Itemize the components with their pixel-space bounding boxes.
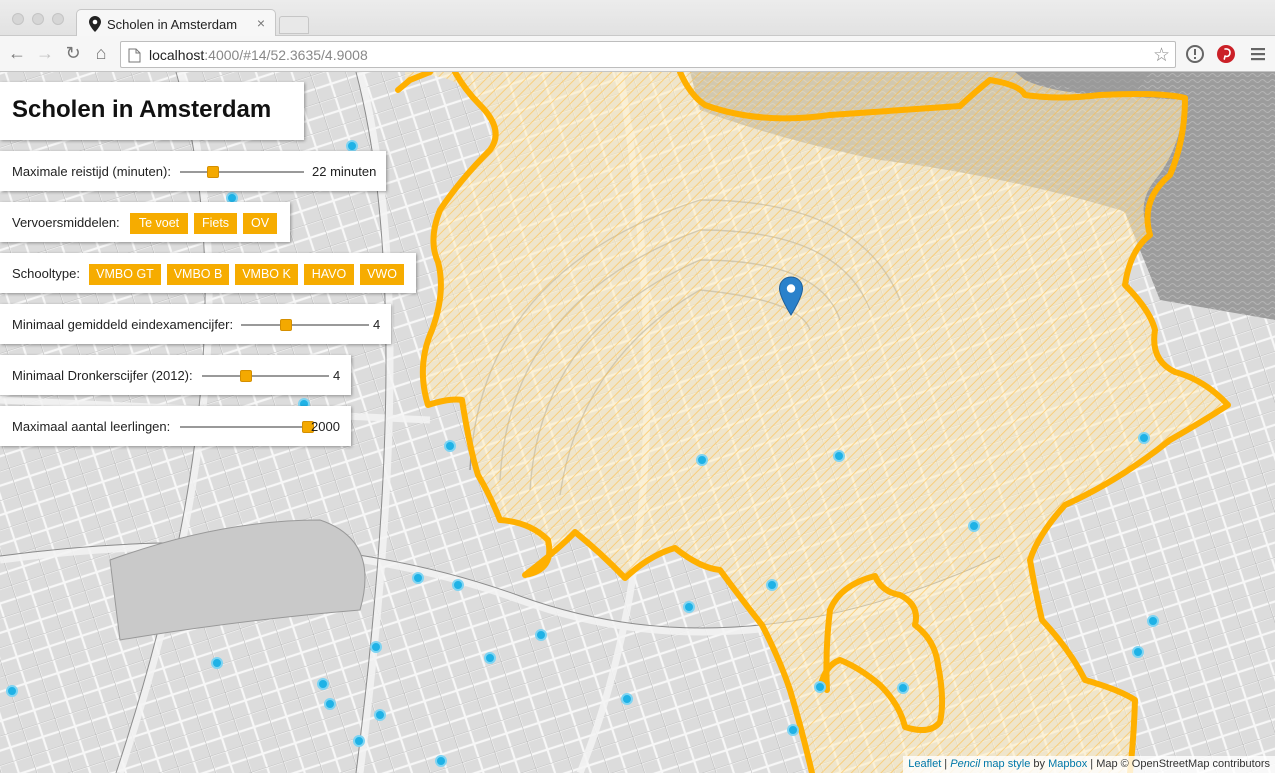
leaflet-link[interactable]: Leaflet [908,758,941,770]
reistijd-slider-thumb[interactable] [207,166,220,178]
osm-credit: | Map © OpenStreetMap contributors [1087,758,1270,770]
browser-tab-bar: Scholen in Amsterdam × [0,0,1275,37]
forward-arrow-icon[interactable]: → [34,42,56,64]
reload-icon[interactable]: ↻ [62,42,84,64]
page-icon [128,48,141,63]
browser-tab[interactable]: Scholen in Amsterdam × [76,9,276,37]
home-icon[interactable]: ⌂ [90,42,112,64]
tab-close-icon[interactable]: × [257,15,265,31]
pencil-link[interactable]: Pencil [950,758,980,770]
dronkers-label: Minimaal Dronkerscijfer (2012): [12,368,193,383]
vwo-button[interactable]: VWO [360,264,404,285]
pinterest-extension-icon[interactable] [1216,44,1236,64]
reistijd-label: Maximale reistijd (minuten): [12,164,171,179]
url-host: localhost [149,47,205,63]
reistijd-slider-track[interactable] [180,171,304,173]
vmbo-k-button[interactable]: VMBO K [235,264,298,285]
star-icon[interactable]: ☆ [1153,44,1170,67]
eindexamen-value: 4 [373,317,381,332]
leerlingen-value: 2000 [311,419,340,434]
map-style-link[interactable]: map style [980,758,1030,770]
ov-button[interactable]: OV [243,213,277,234]
dronkers-value: 4 [333,368,341,383]
back-arrow-icon[interactable]: ← [6,42,28,64]
map-attribution: Leaflet | Pencil map style by Mapbox | M… [903,756,1275,773]
eindexamen-slider-thumb[interactable] [279,319,292,331]
browser-toolbar: ← → ↻ ⌂ localhost:4000/#14/52.3635/4.900… [0,36,1275,72]
schooltype-label: Schooltype: [12,266,80,281]
reistijd-value: 22 minuten [312,164,377,179]
tab-title: Scholen in Amsterdam [107,17,238,32]
schooltype-panel: Schooltype: VMBO GT VMBO B VMBO K HAVO V… [0,253,416,293]
address-bar[interactable]: localhost:4000/#14/52.3635/4.9008 ☆ [120,41,1176,68]
url-path: :4000/#14/52.3635/4.9008 [204,47,368,63]
title-panel: Scholen in Amsterdam [0,82,304,140]
url-text: localhost:4000/#14/52.3635/4.9008 [149,47,368,63]
leerlingen-slider-track[interactable] [180,426,308,428]
mapbox-link[interactable]: Mapbox [1048,758,1087,770]
eindexamen-label: Minimaal gemiddeld eindexamencijfer: [12,317,234,332]
map-pin-favicon-icon [89,16,101,32]
window-zoom-button[interactable] [52,13,64,25]
vmbo-gt-button[interactable]: VMBO GT [89,264,161,285]
te-voet-button[interactable]: Te voet [130,213,188,234]
window-close-button[interactable] [12,13,24,25]
menu-icon[interactable] [1248,44,1268,64]
eindexamen-slider-track[interactable] [241,324,369,326]
vmbo-b-button[interactable]: VMBO B [167,264,229,285]
dronkers-panel: Minimaal Dronkerscijfer (2012): 4 [0,355,351,395]
dronkers-slider-track[interactable] [202,375,329,377]
page-title: Scholen in Amsterdam [12,96,272,123]
window-minimize-button[interactable] [32,13,44,25]
vervoer-label: Vervoersmiddelen: [12,215,120,230]
reistijd-panel: Maximale reistijd (minuten): 22 minuten [0,151,386,191]
eindexamen-panel: Minimaal gemiddeld eindexamencijfer: 4 [0,304,391,344]
fiets-button[interactable]: Fiets [194,213,237,234]
leerlingen-panel: Maximaal aantal leerlingen: 2000 [0,406,351,446]
alert-extension-icon[interactable] [1185,44,1205,64]
leerlingen-label: Maximaal aantal leerlingen: [12,419,171,434]
attribution-by: by [1030,758,1049,770]
havo-button[interactable]: HAVO [304,264,354,285]
location-marker-icon[interactable] [778,276,804,316]
new-tab-button[interactable] [279,16,309,34]
vervoer-panel: Vervoersmiddelen: Te voet Fiets OV [0,202,290,242]
dronkers-slider-thumb[interactable] [240,370,253,382]
attribution-separator: | [941,758,951,770]
